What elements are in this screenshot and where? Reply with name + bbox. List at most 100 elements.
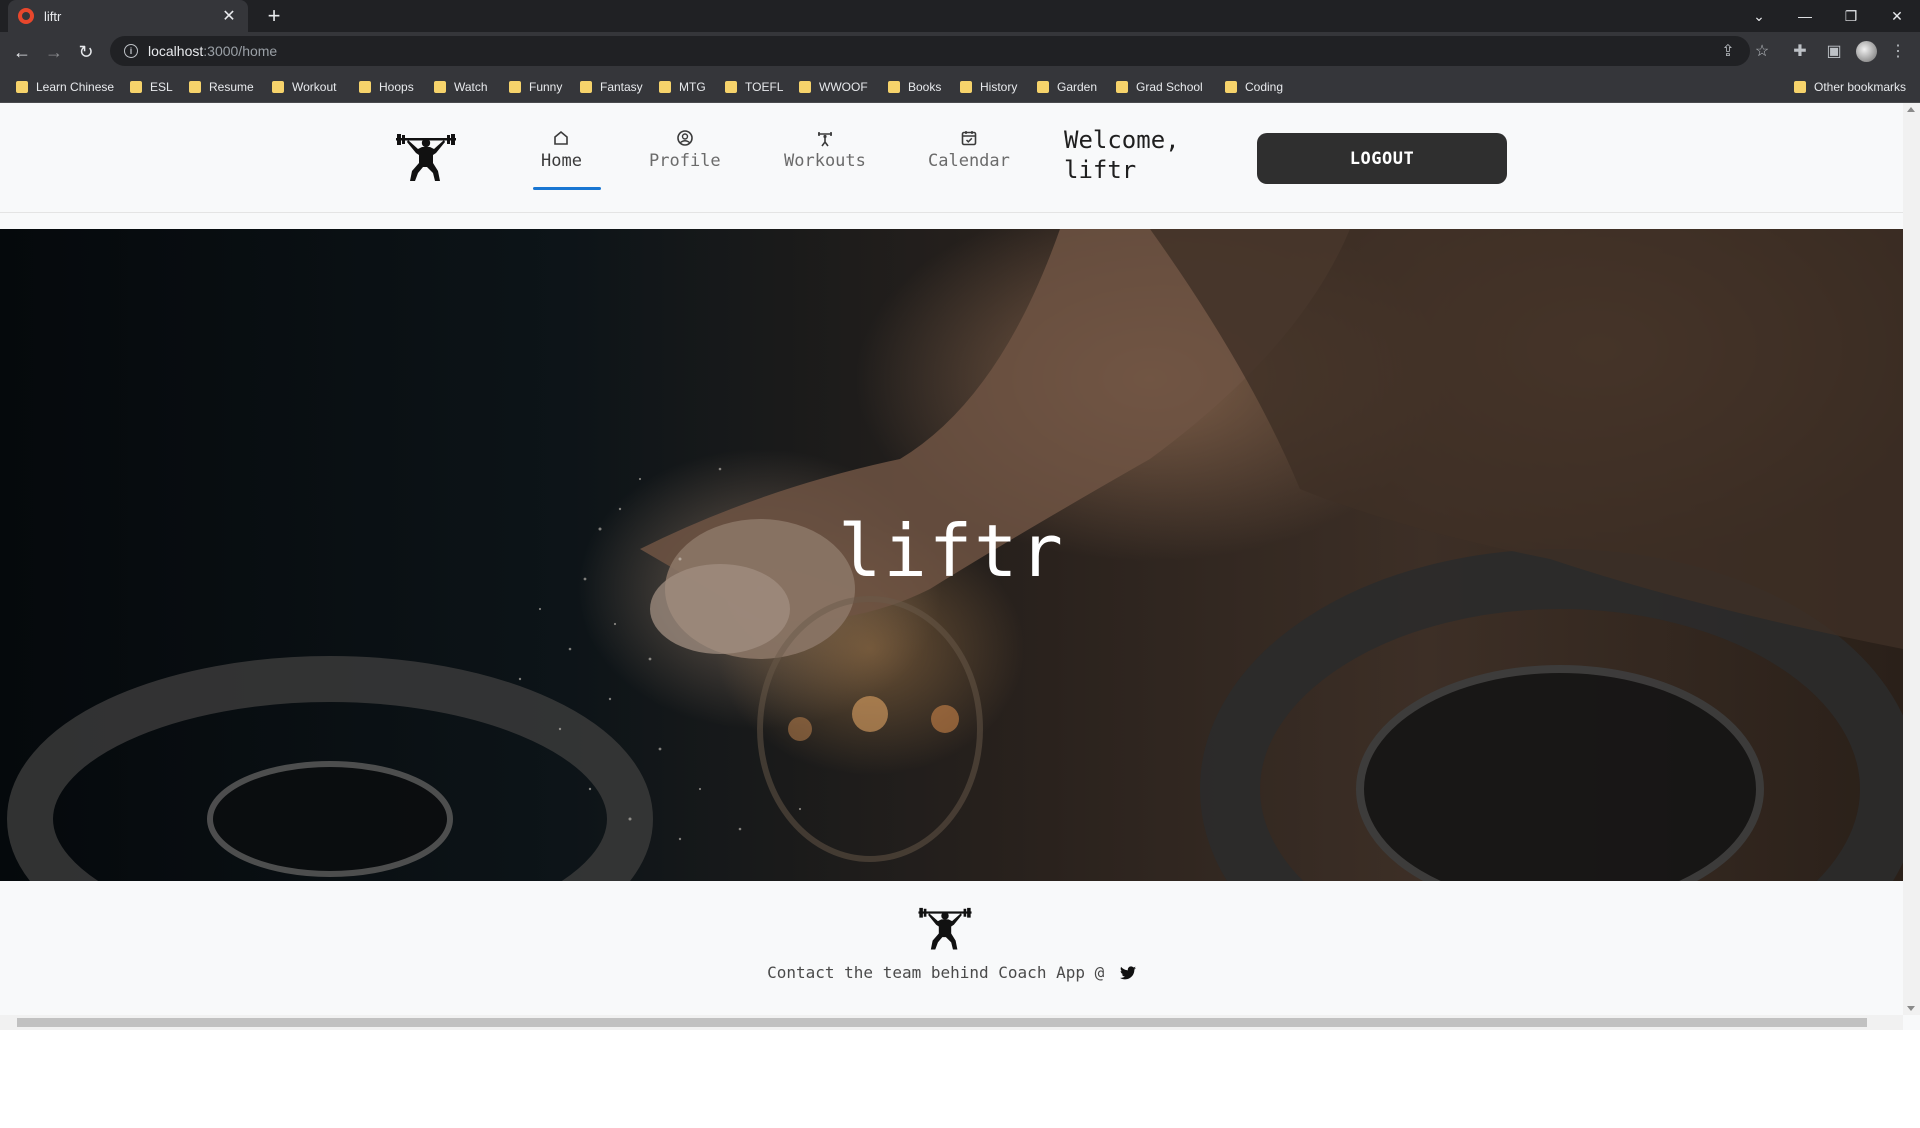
folder-icon	[725, 81, 737, 93]
folder-icon	[359, 81, 371, 93]
side-panel-icon[interactable]: ▣	[1820, 37, 1848, 65]
bookmark-item[interactable]: TOEFL	[725, 77, 783, 97]
welcome-username: liftr	[1064, 156, 1137, 184]
url-bar[interactable]: i localhost :3000/home	[110, 36, 1750, 66]
site-info-icon[interactable]: i	[124, 44, 138, 58]
folder-icon	[888, 81, 900, 93]
menu-icon[interactable]: ⋮	[1884, 37, 1912, 65]
nav-home[interactable]: Home	[541, 129, 582, 171]
folder-icon	[1225, 81, 1237, 93]
bookmark-item[interactable]: History	[960, 77, 1017, 97]
page-viewport: Home Profile Workouts Calendar Welcome, …	[0, 103, 1920, 1030]
other-bookmarks[interactable]: Other bookmarks	[1794, 77, 1906, 97]
nav-workouts[interactable]: Workouts	[784, 129, 866, 171]
folder-icon	[272, 81, 284, 93]
profile-avatar[interactable]	[1856, 41, 1877, 62]
bookmark-label: Resume	[209, 80, 254, 94]
share-icon[interactable]: ⇪	[1714, 37, 1742, 65]
bookmark-item[interactable]: Funny	[509, 77, 562, 97]
close-tab-icon[interactable]: ✕	[220, 6, 238, 26]
restore-icon[interactable]: ❐	[1828, 0, 1874, 32]
site-footer: Contact the team behind Coach App @	[0, 881, 1903, 1015]
bookmark-label: History	[980, 80, 1018, 94]
bookmark-label: Fantasy	[600, 80, 643, 94]
scroll-up-icon[interactable]	[1907, 107, 1915, 112]
home-icon	[554, 130, 569, 145]
url-path: :3000/home	[203, 43, 278, 59]
nav-profile[interactable]: Profile	[649, 129, 721, 171]
nav-label: Profile	[649, 151, 721, 171]
dumbbell-icon	[817, 132, 832, 147]
bookmark-label: TOEFL	[745, 80, 784, 94]
hero-title: liftr	[838, 509, 1065, 593]
folder-icon	[659, 81, 671, 93]
folder-icon	[799, 81, 811, 93]
bookmark-item[interactable]: Hoops	[359, 77, 414, 97]
bookmark-label: Grad School	[1136, 80, 1203, 94]
bookmark-item[interactable]: Learn Chinese	[16, 77, 114, 97]
bookmark-item[interactable]: WWOOF	[799, 77, 868, 97]
bookmark-item[interactable]: Grad School	[1116, 77, 1203, 97]
horizontal-scrollbar-thumb[interactable]	[17, 1018, 1867, 1027]
reload-icon[interactable]: ↻	[72, 38, 100, 66]
bookmark-item[interactable]: Books	[888, 77, 941, 97]
welcome-message: Welcome, liftr	[1064, 125, 1180, 185]
folder-icon	[1037, 81, 1049, 93]
folder-icon	[1794, 81, 1806, 93]
extensions-icon[interactable]: ✚	[1786, 37, 1814, 65]
bookmark-label: Other bookmarks	[1814, 80, 1907, 94]
bookmark-label: Watch	[454, 80, 488, 94]
scroll-down-icon[interactable]	[1907, 1006, 1915, 1011]
logout-button[interactable]: LOGOUT	[1257, 133, 1507, 184]
minimize-icon[interactable]: —	[1782, 0, 1828, 32]
horizontal-scrollbar[interactable]	[0, 1015, 1903, 1030]
bookmark-label: Funny	[529, 80, 563, 94]
hero-banner: liftr	[0, 229, 1903, 881]
bookmark-label: Coding	[1245, 80, 1284, 94]
bookmark-item[interactable]: MTG	[659, 77, 706, 97]
site-header: Home Profile Workouts Calendar Welcome, …	[0, 103, 1903, 213]
browser-tab-strip: liftr ✕ + ⌄ — ❐ ✕	[0, 0, 1920, 32]
bookmark-item[interactable]: Resume	[189, 77, 254, 97]
bookmark-item[interactable]: Workout	[272, 77, 336, 97]
new-tab-icon[interactable]: +	[262, 4, 286, 28]
liftr-favicon-icon	[18, 8, 34, 24]
folder-icon	[960, 81, 972, 93]
nav-calendar[interactable]: Calendar	[928, 129, 1010, 171]
profile-icon	[677, 130, 693, 146]
back-icon[interactable]: ←	[8, 38, 36, 66]
weightlifter-logo-icon[interactable]	[394, 133, 458, 185]
folder-icon	[189, 81, 201, 93]
vertical-scrollbar[interactable]	[1903, 103, 1920, 1015]
nav-label: Home	[541, 151, 582, 171]
calendar-icon	[961, 131, 977, 146]
tab-search-icon[interactable]: ⌄	[1736, 0, 1782, 32]
close-window-icon[interactable]: ✕	[1874, 0, 1920, 32]
bookmarks-bar: Learn Chinese ESL Resume Workout Hoops W…	[0, 71, 1920, 103]
twitter-icon[interactable]	[1119, 966, 1136, 980]
bookmark-item[interactable]: Fantasy	[580, 77, 643, 97]
url-host: localhost	[148, 43, 204, 59]
bookmark-label: Books	[908, 80, 942, 94]
folder-icon	[509, 81, 521, 93]
nav-label: Workouts	[784, 151, 866, 171]
folder-icon	[130, 81, 142, 93]
browser-tab[interactable]: liftr ✕	[8, 0, 248, 32]
bookmark-item[interactable]: Watch	[434, 77, 488, 97]
folder-icon	[1116, 81, 1128, 93]
tab-title: liftr	[44, 8, 62, 24]
bookmark-item[interactable]: Coding	[1225, 77, 1283, 97]
folder-icon	[434, 81, 446, 93]
footer-contact: Contact the team behind Coach App @	[0, 963, 1903, 982]
welcome-greeting: Welcome,	[1064, 126, 1180, 154]
bookmark-item[interactable]: ESL	[130, 77, 173, 97]
bookmark-label: ESL	[150, 80, 173, 94]
bookmark-item[interactable]: Garden	[1037, 77, 1097, 97]
bookmark-label: Garden	[1057, 80, 1098, 94]
bookmark-label: Workout	[292, 80, 337, 94]
footer-contact-text: Contact the team behind Coach App @	[767, 963, 1105, 982]
folder-icon	[16, 81, 28, 93]
forward-icon[interactable]: →	[40, 38, 68, 66]
bookmark-label: WWOOF	[819, 80, 868, 94]
bookmark-star-icon[interactable]: ☆	[1748, 37, 1776, 65]
